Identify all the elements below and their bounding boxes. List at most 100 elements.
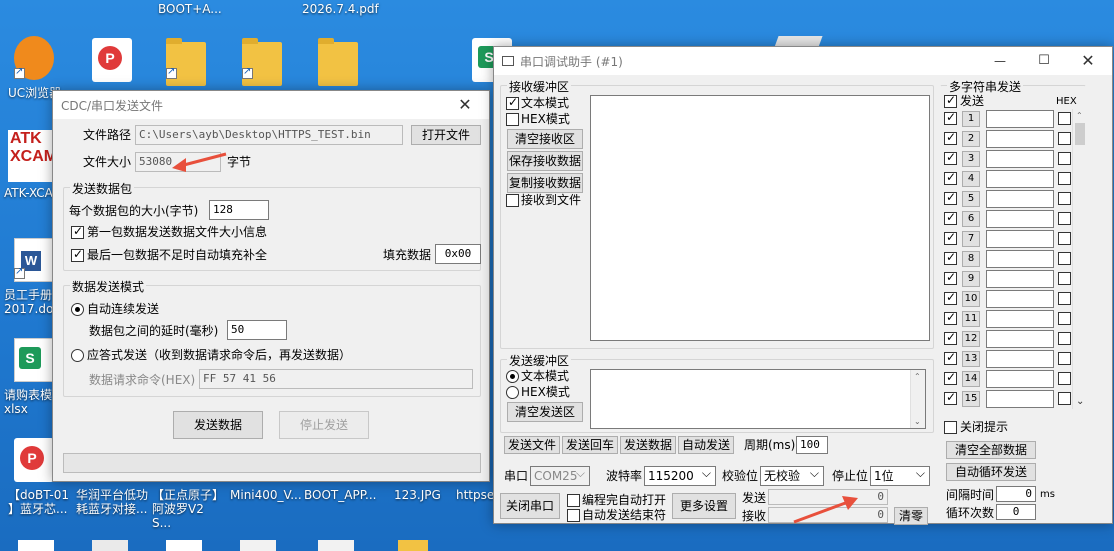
request-cmd-input[interactable]: FF 57 41 56 [199, 369, 473, 389]
multi-row-send-button[interactable]: 6 [962, 211, 980, 227]
multi-row-hex-checkbox[interactable] [1058, 212, 1071, 225]
multi-row-input[interactable] [986, 370, 1054, 388]
copy-rx-button[interactable]: 复制接收数据 [507, 173, 583, 193]
multi-row-input[interactable] [986, 290, 1054, 308]
open-file-button[interactable]: 打开文件 [411, 125, 481, 145]
tx-text-mode-radio[interactable] [506, 370, 519, 383]
maximize-button[interactable]: ☐ [1022, 47, 1066, 75]
multi-row-checkbox[interactable] [944, 150, 957, 165]
multi-row-checkbox[interactable] [944, 290, 957, 305]
auto-send-button[interactable]: 自动发送 [678, 436, 734, 454]
fill-data-input[interactable]: 0x00 [435, 244, 481, 264]
multi-row-hex-checkbox[interactable] [1058, 332, 1071, 345]
multi-row-input[interactable] [986, 250, 1054, 268]
send-data-button[interactable]: 发送数据 [173, 411, 263, 439]
stop-bits-select[interactable]: 1位 [870, 465, 930, 486]
desktop-label[interactable]: BOOT_APP... [304, 488, 377, 502]
pdf-icon[interactable]: P [14, 438, 54, 482]
multi-row-hex-checkbox[interactable] [1058, 112, 1071, 125]
multi-row-checkbox[interactable] [944, 170, 957, 185]
multi-row-input[interactable] [986, 150, 1054, 168]
multi-row-send-button[interactable]: 1 [962, 111, 980, 127]
desktop-label[interactable]: 123.JPG [394, 488, 441, 502]
folder-icon[interactable] [242, 38, 282, 86]
multi-row-hex-checkbox[interactable] [1058, 292, 1071, 305]
close-button[interactable]: ✕ [1066, 47, 1110, 75]
rx-to-file-checkbox[interactable] [506, 194, 519, 207]
desktop-label[interactable]: 【doBT-01 】蓝牙芯... [8, 488, 70, 516]
desktop-label[interactable]: 2026.7.4.pdf [302, 2, 379, 16]
cdc-titlebar[interactable]: CDC/串口发送文件 [53, 91, 489, 119]
multi-row-hex-checkbox[interactable] [1058, 232, 1071, 245]
rx-hex-mode-checkbox[interactable] [506, 113, 519, 126]
file-path-field[interactable]: C:\Users\ayb\Desktop\HTTPS_TEST.bin [135, 125, 403, 145]
rx-text-mode-checkbox[interactable] [506, 95, 519, 110]
multi-row-input[interactable] [986, 170, 1054, 188]
period-input[interactable]: 100 [796, 436, 828, 454]
port-select[interactable]: COM25 [530, 465, 590, 486]
multi-row-send-button[interactable]: 15 [962, 391, 980, 407]
multi-row-checkbox[interactable] [944, 370, 957, 385]
tx-hex-mode-radio[interactable] [506, 386, 519, 399]
multi-row-send-button[interactable]: 11 [962, 311, 980, 327]
packet-size-input[interactable]: 128 [209, 200, 269, 220]
multi-row-input[interactable] [986, 110, 1054, 128]
multi-row-checkbox[interactable] [944, 250, 957, 265]
multi-row-send-button[interactable]: 2 [962, 131, 980, 147]
multi-row-input[interactable] [986, 310, 1054, 328]
multi-row-send-button[interactable]: 9 [962, 271, 980, 287]
auto-loop-button[interactable]: 自动循环发送 [946, 463, 1036, 481]
multi-row-checkbox[interactable] [944, 190, 957, 205]
more-settings-button[interactable]: 更多设置 [672, 493, 736, 519]
multi-row-checkbox[interactable] [944, 270, 957, 285]
multi-row-hex-checkbox[interactable] [1058, 352, 1071, 365]
multi-row-input[interactable] [986, 210, 1054, 228]
clear-tx-button[interactable]: 清空发送区 [507, 402, 583, 422]
cdc-close-button[interactable]: ✕ [443, 91, 487, 119]
multi-row-input[interactable] [986, 230, 1054, 248]
multi-row-input[interactable] [986, 330, 1054, 348]
send-data-button[interactable]: 发送数据 [620, 436, 676, 454]
multi-row-input[interactable] [986, 190, 1054, 208]
pdf-icon[interactable]: P [92, 38, 132, 82]
desktop-label[interactable]: 请购表模 xlsx [4, 388, 56, 416]
multi-row-input[interactable] [986, 270, 1054, 288]
multi-row-send-button[interactable]: 5 [962, 191, 980, 207]
multi-row-checkbox[interactable] [944, 230, 957, 245]
auto-end-checkbox[interactable] [567, 509, 580, 522]
multi-row-input[interactable] [986, 350, 1054, 368]
stop-send-button[interactable]: 停止发送 [279, 411, 369, 439]
first-packet-checkbox[interactable] [71, 224, 84, 239]
multi-row-checkbox[interactable] [944, 310, 957, 325]
interval-input[interactable]: 0 [996, 486, 1036, 502]
multi-row-hex-checkbox[interactable] [1058, 372, 1071, 385]
scrollbar-thumb[interactable] [1075, 123, 1085, 145]
multi-row-send-button[interactable]: 8 [962, 251, 980, 267]
folder-icon[interactable] [166, 38, 206, 86]
multi-row-hex-checkbox[interactable] [1058, 392, 1071, 405]
parity-select[interactable]: 无校验 [760, 465, 824, 486]
multi-row-send-button[interactable]: 3 [962, 151, 980, 167]
folder-icon[interactable] [318, 38, 358, 86]
multi-row-checkbox[interactable] [944, 110, 957, 125]
auto-open-checkbox[interactable] [567, 494, 580, 507]
baud-select[interactable]: 115200 [644, 465, 716, 486]
multi-scrollbar[interactable]: ⌃ ⌄ [1072, 109, 1087, 409]
delay-input[interactable]: 50 [227, 320, 287, 340]
close-port-button[interactable]: 关闭串口 [500, 493, 560, 519]
tx-scrollbar[interactable]: ⌃ ⌄ [910, 370, 925, 428]
clear-all-button[interactable]: 清空全部数据 [946, 441, 1036, 459]
desktop-label[interactable]: BOOT+A... [158, 2, 222, 16]
auto-send-radio[interactable] [71, 303, 84, 316]
desktop-label[interactable]: 员工手册 2017.doc [4, 288, 60, 316]
multi-row-input[interactable] [986, 390, 1054, 408]
multi-row-checkbox[interactable] [944, 210, 957, 225]
multi-row-hex-checkbox[interactable] [1058, 152, 1071, 165]
loop-count-input[interactable]: 0 [996, 504, 1036, 520]
multi-send-all-checkbox[interactable] [944, 93, 957, 108]
multi-row-send-button[interactable]: 7 [962, 231, 980, 247]
desktop-label[interactable]: 华润平台低功 耗蓝牙对接... [76, 488, 150, 516]
atk-xcam-icon[interactable]: ATK XCAM [8, 130, 57, 182]
multi-row-checkbox[interactable] [944, 330, 957, 345]
response-send-radio[interactable] [71, 349, 84, 362]
